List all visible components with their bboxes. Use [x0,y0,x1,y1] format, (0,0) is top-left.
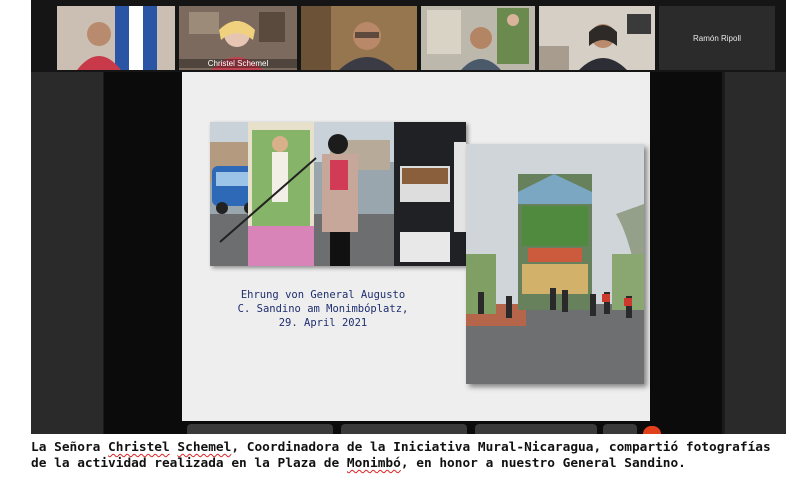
leave-call-button[interactable] [643,426,661,434]
participant-video [57,6,175,70]
participant-video [301,6,417,70]
meeting-toolbar-segment[interactable] [341,424,467,434]
slide-caption: Ehrung von General Augusto C. Sandino am… [218,288,428,330]
slide-caption-line: Ehrung von General Augusto [240,289,406,301]
participant-strip: Christel Schemel Ramón Ripoll [31,0,786,72]
participant-tile[interactable] [301,6,417,70]
shared-slide: Ehrung von General Augusto C. Sandino am… [182,72,650,421]
left-panel [31,72,103,434]
participant-tile-active[interactable]: Christel Schemel [179,6,297,70]
name-first: Christel [108,440,170,455]
slide-photo-speaker [210,122,466,266]
participant-tile-name-only[interactable]: Ramón Ripoll [659,6,775,70]
participant-video [421,6,535,70]
participant-tile[interactable] [421,6,535,70]
more-options-button[interactable] [603,424,637,434]
slide-caption-line: C. Sandino am Monimbóplatz, [237,303,409,315]
name-last: Schemel [177,440,232,455]
participant-name: Ramón Ripoll [692,33,742,43]
participant-tile[interactable] [57,6,175,70]
meeting-toolbar-segment[interactable] [187,424,333,434]
video-call-window: Christel Schemel Ramón Ripoll Ehrung von… [31,0,786,434]
participant-name: Christel Schemel [179,59,297,68]
article-caption: La Señora Christel Schemel, Coordinadora… [31,440,771,471]
participant-tile[interactable] [539,6,655,70]
right-panel [725,72,786,434]
slide-caption-line: 29. April 2021 [278,317,368,329]
slide-photo-mural [466,144,644,384]
participant-video [539,6,655,70]
meeting-toolbar-segment[interactable] [475,424,597,434]
place-name: Monimbó [346,456,401,471]
